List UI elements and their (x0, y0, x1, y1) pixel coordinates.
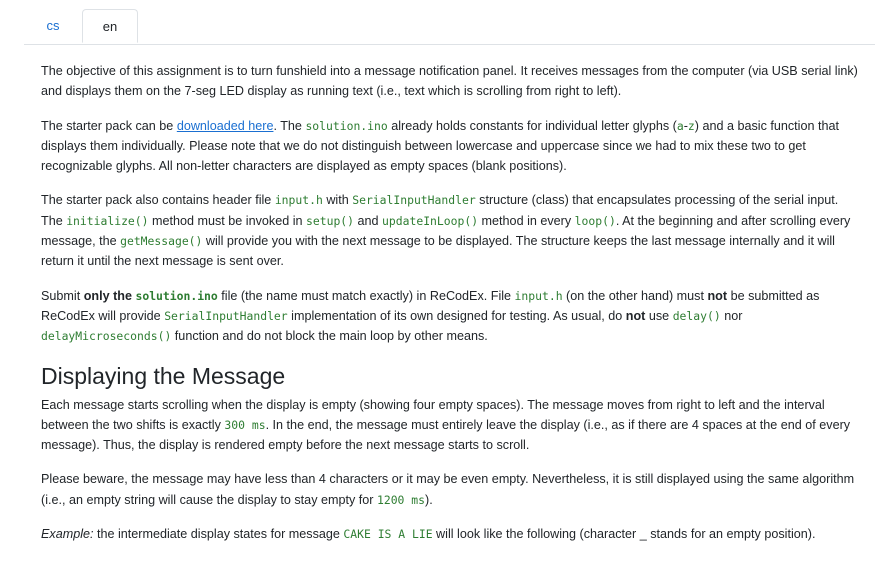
bold-only-the: only the solution.ino (84, 289, 218, 303)
language-tabs: cs en (24, 9, 875, 45)
empty-message-paragraph: Please beware, the message may have less… (41, 469, 861, 510)
text: The starter pack can be (41, 118, 177, 133)
text: ). (425, 492, 433, 507)
text: . The (273, 118, 306, 133)
bold-not: not (625, 308, 646, 323)
text: file (the name must match exactly) in Re… (217, 288, 515, 303)
tab-en[interactable]: en (82, 9, 138, 43)
code-serial-input-handler: SerialInputHandler (164, 308, 288, 323)
code-a: a (676, 118, 684, 133)
example-label: Example: (41, 527, 94, 542)
text: implementation of its own designed for t… (287, 308, 626, 323)
code-input-h: input.h (274, 193, 323, 208)
text: only the (83, 288, 136, 303)
text: already holds constants for individual l… (387, 118, 677, 133)
section-heading: Displaying the Message (41, 362, 286, 389)
code-z: z (687, 118, 695, 133)
code-delay-microseconds: delayMicroseconds() (41, 329, 172, 344)
code-1200-ms: 1200 ms (376, 492, 425, 507)
code-update-in-loop: updateInLoop() (382, 213, 479, 228)
text: The starter pack also contains header fi… (41, 193, 275, 208)
text: method in every (478, 213, 575, 228)
code-solution-ino-bold: solution.ino (135, 288, 218, 303)
starter-pack-paragraph: The starter pack can be downloaded here.… (41, 116, 861, 177)
code-solution-ino: solution.ino (305, 118, 388, 133)
submission-paragraph: Submit only the solution.ino file (the n… (41, 286, 861, 347)
code-delay: delay() (672, 308, 721, 323)
code-get-message: getMessage() (120, 234, 203, 249)
code-loop: loop() (574, 213, 616, 228)
text: nor (720, 308, 743, 323)
text: function and do not block the main loop … (171, 329, 488, 344)
text: Submit (41, 288, 84, 303)
text: (on the other hand) must (562, 288, 708, 303)
code-initialize: initialize() (66, 213, 149, 228)
code-300-ms: 300 ms (224, 417, 266, 432)
download-link[interactable]: downloaded here (177, 119, 274, 133)
intro-paragraph: The objective of this assignment is to t… (41, 61, 861, 102)
text: the intermediate display states for mess… (93, 527, 344, 542)
scrolling-paragraph: Each message starts scrolling when the d… (41, 395, 861, 456)
code-input-h: input.h (514, 288, 563, 303)
bold-not: not (707, 288, 728, 303)
header-file-paragraph: The starter pack also contains header fi… (41, 190, 861, 271)
assignment-content: The objective of this assignment is to t… (41, 61, 861, 558)
text: will look like the following (character … (432, 527, 816, 542)
code-cake-is-a-lie: CAKE IS A LIE (343, 527, 433, 542)
text: with (322, 193, 353, 208)
text: Please beware, the message may have less… (41, 472, 855, 507)
example-paragraph: Example: the intermediate display states… (41, 524, 861, 544)
text: and (354, 213, 383, 228)
code-serial-input-handler: SerialInputHandler (352, 193, 476, 208)
code-setup: setup() (306, 213, 355, 228)
text: use (645, 308, 673, 323)
intro-text: The objective of this assignment is to t… (41, 64, 858, 99)
tab-cs[interactable]: cs (24, 9, 82, 43)
text: method must be invoked in (148, 213, 307, 228)
